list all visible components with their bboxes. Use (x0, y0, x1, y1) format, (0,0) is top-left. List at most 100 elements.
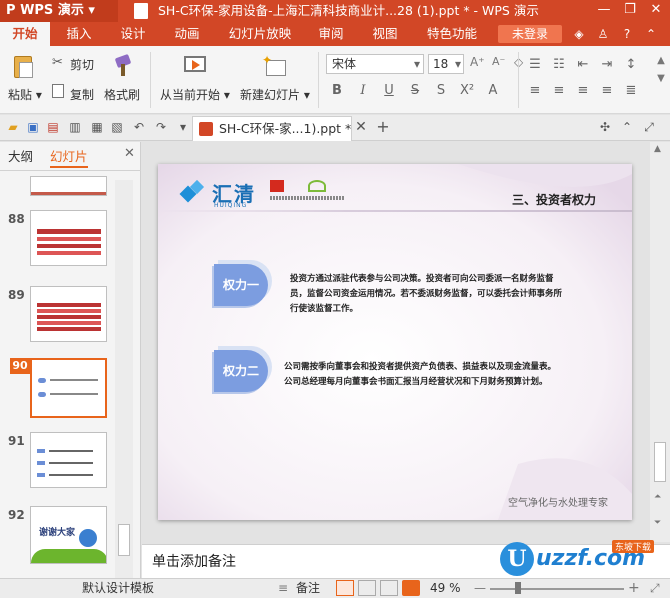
fit-window-icon[interactable]: ⤢ (650, 579, 660, 597)
zoom-in-icon[interactable]: + (628, 579, 640, 597)
prev-slide-icon[interactable]: ⏶ (654, 492, 661, 502)
new-slide-button[interactable]: 新建幻灯片 ▾ (240, 86, 310, 103)
slide-number: 92 (8, 508, 25, 522)
grow-font-icon[interactable]: A⁺ (470, 55, 488, 73)
tab-features[interactable]: 特色功能 (420, 22, 484, 46)
scroll-thumb[interactable] (118, 524, 130, 556)
numbering-icon[interactable]: ☷ (550, 56, 568, 74)
shirt-icon[interactable]: ♙ (594, 25, 612, 43)
font-color-icon[interactable]: A (484, 82, 502, 100)
slide-thumbnail (30, 286, 107, 342)
tab-design[interactable]: 设计 (112, 22, 154, 46)
shadow-icon[interactable]: S (432, 82, 450, 100)
bold-button[interactable]: B (328, 82, 346, 100)
restore-icon[interactable]: ❐ (618, 0, 642, 22)
zoom-out-icon[interactable]: — (474, 579, 486, 597)
save-icon[interactable]: ▣ (24, 118, 42, 136)
chevron-down-icon: ▾ (220, 88, 230, 102)
font-name-select[interactable]: 宋体 ▾ (326, 54, 424, 74)
partner-caption-2 (300, 196, 344, 200)
underline-button[interactable]: U (380, 82, 398, 100)
slide-thumbnail (30, 210, 107, 266)
zoom-level[interactable]: 49 % (430, 579, 461, 597)
scissors-icon: ✂ (52, 55, 63, 70)
shrink-font-icon[interactable]: A⁻ (492, 55, 510, 73)
slide-panel-scrollbar[interactable] (115, 180, 133, 578)
slide-canvas[interactable]: 汇清 HUIQING 三、投资者权力 权力一 投资方通过派驻代表参与公司决策。投… (158, 164, 632, 520)
reading-view-icon[interactable] (380, 580, 398, 596)
next-slide-icon[interactable]: ⏷ (654, 518, 661, 528)
template-name[interactable]: 默认设计模板 (82, 579, 154, 597)
close-tab-icon[interactable]: ✕ (352, 118, 370, 136)
help-icon[interactable]: ? (618, 25, 636, 43)
skin-icon[interactable]: ◈ (570, 25, 588, 43)
cut-button[interactable]: 剪切 (70, 56, 94, 73)
scroll-thumb[interactable] (654, 442, 666, 482)
zoom-slider[interactable] (490, 588, 624, 590)
copy-button[interactable]: 复制 (70, 86, 94, 103)
export-pdf-icon[interactable]: ▤ (44, 118, 62, 136)
ribbon-scroll[interactable]: ▲ ▼ (654, 52, 668, 108)
format-painter-icon[interactable] (112, 53, 134, 78)
login-button[interactable]: 未登录 (498, 25, 562, 43)
close-icon[interactable]: ✕ (644, 0, 668, 22)
align-center-icon[interactable]: ≡ (550, 82, 568, 100)
chevron-down-icon[interactable]: ▾ (174, 118, 192, 136)
notes-toggle-icon[interactable]: ≡ (278, 579, 288, 597)
ribbon-divider (150, 52, 151, 108)
align-right-icon[interactable]: ≡ (574, 82, 592, 100)
undo-icon[interactable]: ↶ (130, 118, 148, 136)
print-icon-2[interactable]: ▧ (108, 118, 126, 136)
partner-logo-icon (306, 178, 328, 194)
app-menu-button[interactable]: P WPS 演示 ▾ (0, 0, 118, 22)
china-flag-icon (270, 180, 284, 192)
italic-button[interactable]: I (354, 82, 372, 100)
justify-icon[interactable]: ≡ (598, 82, 616, 100)
open-folder-icon[interactable]: ▰ (4, 118, 22, 136)
editor-scrollbar[interactable]: ▲ ⏶ ⏷ (650, 142, 670, 542)
bullets-icon[interactable]: ☰ (526, 56, 544, 74)
sorter-view-icon[interactable] (358, 580, 376, 596)
new-slide-icon[interactable]: ✦ (262, 54, 288, 78)
slide-thumbnail-partial[interactable] (30, 176, 107, 196)
minimize-icon[interactable]: — (592, 0, 616, 22)
paste-icon[interactable] (10, 52, 36, 80)
tab-outline[interactable]: 大纲 (8, 146, 33, 168)
play-from-current-icon[interactable] (182, 54, 208, 78)
decrease-indent-icon[interactable]: ⇤ (574, 56, 592, 74)
collapse-icon[interactable]: ⌃ (618, 118, 636, 136)
paste-button[interactable]: 粘贴 ▾ (8, 86, 42, 103)
tab-review[interactable]: 审阅 (310, 22, 352, 46)
from-current-button[interactable]: 从当前开始 ▾ (160, 86, 230, 103)
tab-slides[interactable]: 幻灯片 (50, 146, 88, 168)
strikethrough-button[interactable]: S (406, 82, 424, 100)
line-spacing-icon[interactable]: ↕ (622, 56, 640, 74)
tab-slideshow[interactable]: 幻灯片放映 (222, 22, 298, 46)
scroll-up-icon[interactable]: ▲ (654, 144, 661, 154)
tab-home[interactable]: 开始 (0, 22, 50, 46)
normal-view-icon[interactable] (336, 580, 354, 596)
chevron-up-icon[interactable]: ⌃ (642, 25, 660, 43)
close-panel-icon[interactable]: ✕ (124, 146, 136, 164)
play-slideshow-icon[interactable] (402, 580, 420, 596)
font-size-select[interactable]: 18 ▾ (428, 54, 464, 74)
tools-icon[interactable]: ✣ (596, 118, 614, 136)
zoom-slider-handle[interactable] (515, 582, 521, 594)
align-left-icon[interactable]: ≡ (526, 82, 544, 100)
fullscreen-icon[interactable]: ⤢ (640, 118, 658, 136)
window-title: SH-C环保-家用设备-上海汇清科技商业计...28 (1).ppt * - W… (158, 3, 539, 18)
print-icon[interactable]: ▥ (66, 118, 84, 136)
format-painter-button[interactable]: 格式刷 (104, 86, 140, 103)
distribute-icon[interactable]: ≣ (622, 82, 640, 100)
notes-toggle[interactable]: 备注 (296, 579, 320, 597)
superscript-icon[interactable]: X² (458, 82, 476, 100)
print-preview-icon[interactable]: ▦ (88, 118, 106, 136)
tab-insert[interactable]: 插入 (58, 22, 100, 46)
new-tab-icon[interactable]: + (374, 118, 392, 136)
redo-icon[interactable]: ↷ (152, 118, 170, 136)
tab-animation[interactable]: 动画 (166, 22, 208, 46)
increase-indent-icon[interactable]: ⇥ (598, 56, 616, 74)
tab-view[interactable]: 视图 (364, 22, 406, 46)
document-tab[interactable]: SH-C环保-家...1).ppt * (192, 116, 352, 141)
app-name: WPS 演示 (20, 3, 84, 18)
